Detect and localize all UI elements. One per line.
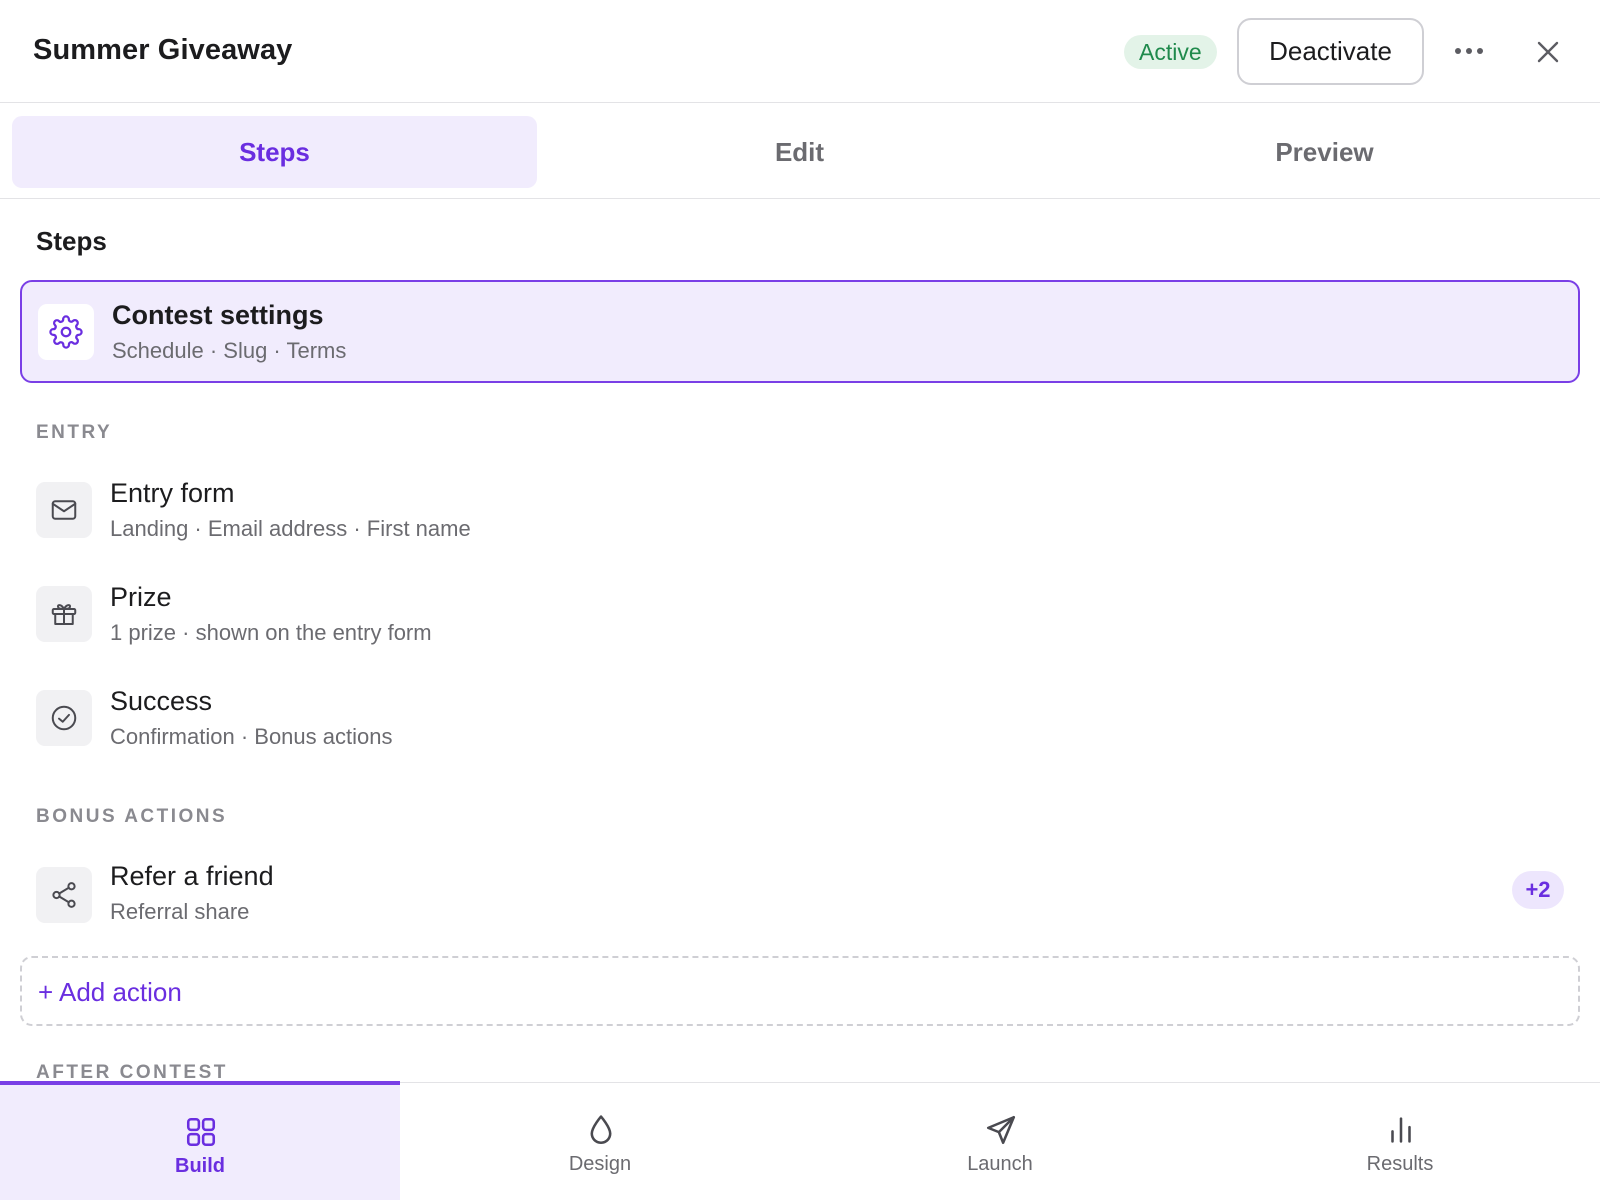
tab-preview[interactable]: Preview [1062, 116, 1587, 188]
step-subtitle: Schedule · Slug · Terms [112, 338, 347, 363]
step-subtitle: 1 prize · shown on the entry form [110, 620, 432, 645]
group-label-entry: ENTRY [36, 422, 113, 443]
add-action-label: + Add action [38, 977, 182, 1007]
more-horizontal-icon [1455, 48, 1483, 54]
more-options-button[interactable] [1448, 30, 1490, 72]
step-title: Refer a friend [110, 861, 274, 891]
nav-item-launch[interactable]: Launch [800, 1083, 1200, 1200]
nav-label: Design [568, 1153, 632, 1175]
step-title: Prize [110, 582, 172, 612]
deactivate-button[interactable]: Deactivate [1237, 18, 1424, 85]
nav-item-results[interactable]: Results [1200, 1083, 1600, 1200]
step-icon-wrap [36, 586, 92, 642]
tab-bar: Steps Edit Preview [0, 104, 1600, 199]
step-subtitle: Landing · Email address · First name [110, 516, 471, 541]
status-badge: Active [1124, 35, 1217, 69]
step-title: Contest settings [112, 300, 324, 330]
nav-label: Launch [967, 1153, 1033, 1175]
gift-icon [51, 604, 77, 625]
grid-icon [186, 1117, 216, 1147]
step-contest-settings[interactable]: Contest settings Schedule · Slug · Terms [20, 280, 1580, 383]
close-icon [1537, 41, 1559, 63]
nav-item-design[interactable]: Design [400, 1083, 800, 1200]
mail-icon [51, 500, 77, 520]
step-refer-a-friend[interactable]: Refer a friend Referral share +2 [20, 855, 1580, 955]
header: Summer Giveaway Active Deactivate [0, 0, 1600, 103]
step-title: Entry form [110, 478, 235, 508]
gear-icon [49, 315, 83, 349]
close-button[interactable] [1528, 32, 1568, 72]
step-title: Success [110, 686, 213, 716]
step-icon-wrap [38, 304, 94, 360]
add-action-button[interactable]: + Add action [20, 956, 1580, 1026]
tab-edit[interactable]: Edit [537, 116, 1062, 188]
step-icon-wrap [36, 690, 92, 746]
send-icon [986, 1115, 1016, 1145]
nav-item-build[interactable]: Build [0, 1081, 400, 1200]
bottom-nav: Build Design Launch Results [0, 1081, 1600, 1200]
nav-label: Results [1366, 1153, 1434, 1175]
step-subtitle: Referral share [110, 899, 250, 924]
bar-chart-icon [1391, 1117, 1411, 1143]
share-icon [52, 882, 76, 908]
page-title: Summer Giveaway [33, 34, 293, 66]
step-prize[interactable]: Prize 1 prize · shown on the entry form [20, 566, 1580, 666]
nav-label: Build [175, 1155, 225, 1177]
check-circle-icon [51, 705, 77, 731]
step-subtitle: Confirmation · Bonus actions [110, 724, 393, 749]
group-label-bonus-actions: BONUS ACTIONS [36, 806, 228, 827]
count-badge: +2 [1512, 871, 1564, 909]
step-entry-form[interactable]: Entry form Landing · Email address · Fir… [20, 462, 1580, 562]
droplet-icon [590, 1115, 612, 1145]
step-success[interactable]: Success Confirmation · Bonus actions [20, 670, 1580, 770]
step-icon-wrap [36, 867, 92, 923]
step-icon-wrap [36, 482, 92, 538]
tab-steps[interactable]: Steps [12, 116, 537, 188]
section-heading: Steps [36, 226, 107, 256]
